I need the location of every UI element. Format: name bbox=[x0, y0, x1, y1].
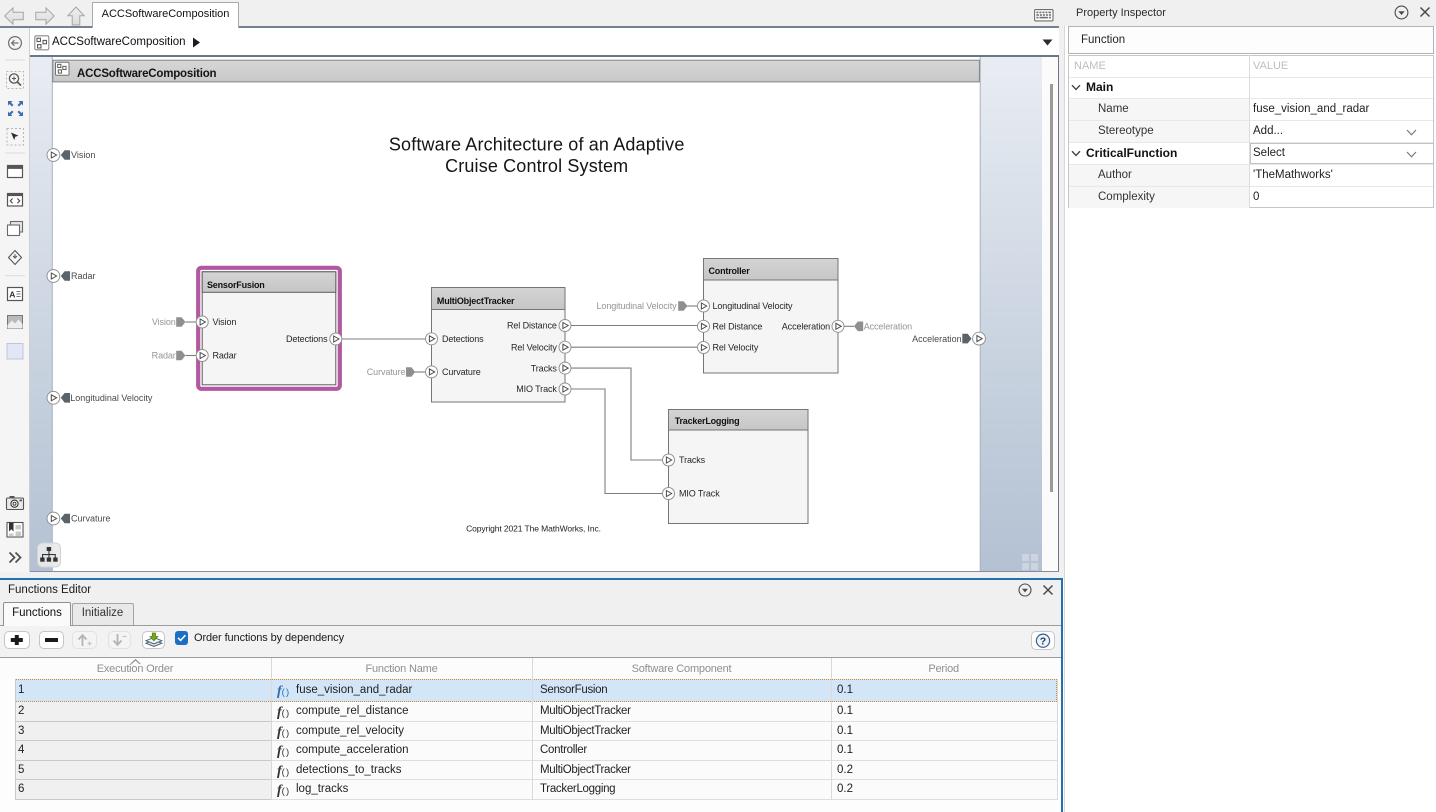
svg-text:Tracks: Tracks bbox=[531, 363, 558, 373]
svg-text:Longitudinal Velocity: Longitudinal Velocity bbox=[713, 301, 794, 311]
svg-text:Curvature: Curvature bbox=[442, 367, 481, 377]
svg-text:Longitudinal Velocity: Longitudinal Velocity bbox=[597, 301, 678, 311]
svg-text:Rel Velocity: Rel Velocity bbox=[511, 342, 557, 352]
svg-text:Copyright 2021 The MathWorks,: Copyright 2021 The MathWorks, Inc. bbox=[466, 524, 601, 534]
svg-text:Radar: Radar bbox=[71, 271, 96, 281]
svg-text:Software Architecture of an Ad: Software Architecture of an Adaptive bbox=[389, 135, 685, 155]
svg-text:Rel Velocity: Rel Velocity bbox=[713, 343, 759, 353]
svg-text:SensorFusion: SensorFusion bbox=[207, 280, 265, 290]
svg-text:?: ? bbox=[1040, 635, 1046, 647]
svg-text:A: A bbox=[9, 290, 15, 300]
svg-text:Curvature: Curvature bbox=[367, 367, 406, 377]
svg-text:Controller: Controller bbox=[709, 266, 751, 276]
svg-text:Acceleration: Acceleration bbox=[782, 322, 830, 332]
svg-text:Rel Distance: Rel Distance bbox=[713, 322, 763, 332]
svg-text:MIO Track: MIO Track bbox=[679, 489, 720, 499]
svg-text:Acceleration: Acceleration bbox=[864, 322, 912, 332]
svg-text:Curvature: Curvature bbox=[71, 514, 111, 524]
svg-text:Acceleration: Acceleration bbox=[912, 334, 962, 344]
svg-text:Tracks: Tracks bbox=[679, 455, 706, 465]
svg-text:Vision: Vision bbox=[152, 317, 176, 327]
svg-text:Detections: Detections bbox=[286, 334, 328, 344]
svg-text:Radar: Radar bbox=[152, 351, 176, 361]
svg-text:Vision: Vision bbox=[213, 317, 237, 327]
svg-text:Detections: Detections bbox=[442, 334, 484, 344]
svg-text:TrackerLogging: TrackerLogging bbox=[675, 416, 740, 426]
svg-text:MIO Track: MIO Track bbox=[516, 384, 557, 394]
svg-text:Vision: Vision bbox=[71, 150, 95, 160]
svg-text:Radar: Radar bbox=[213, 351, 237, 361]
svg-text:MultiObjectTracker: MultiObjectTracker bbox=[437, 296, 515, 306]
svg-text:Cruise Control System: Cruise Control System bbox=[445, 156, 628, 176]
svg-text:ACCSoftwareComposition: ACCSoftwareComposition bbox=[77, 68, 217, 80]
svg-text:Longitudinal Velocity: Longitudinal Velocity bbox=[70, 393, 153, 403]
svg-text:Rel Distance: Rel Distance bbox=[507, 321, 557, 331]
